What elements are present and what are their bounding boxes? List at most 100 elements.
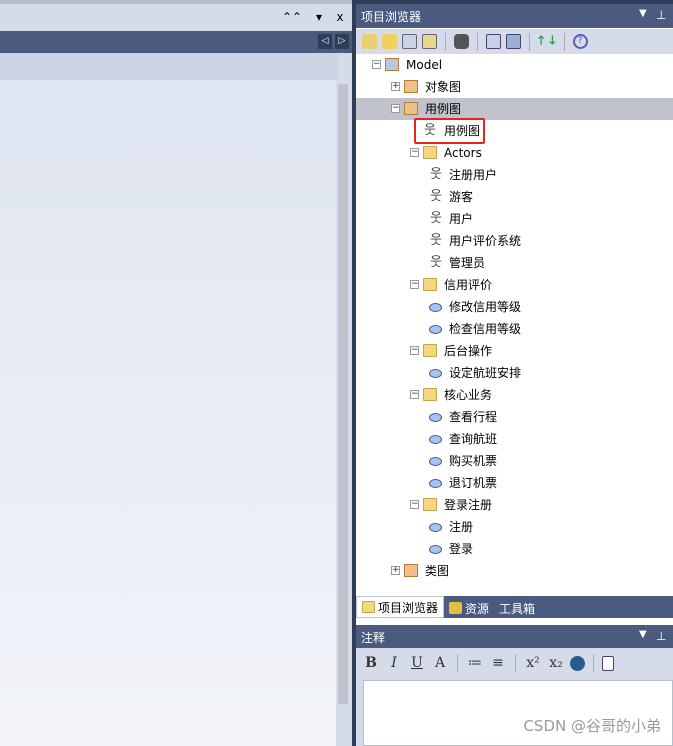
tree-item-label: Model bbox=[406, 58, 443, 72]
tree-item[interactable]: 웃 游客 bbox=[356, 186, 673, 208]
tree-item[interactable]: + 对象图 bbox=[356, 76, 673, 98]
maximize-button[interactable]: ⌃⌃ bbox=[282, 10, 302, 24]
collapse-icon[interactable]: − bbox=[391, 104, 400, 113]
tree-item-label: 注册用户 bbox=[449, 168, 498, 182]
superscript-button[interactable]: x² bbox=[524, 655, 542, 671]
numbered-list-button[interactable]: ≡ bbox=[489, 655, 507, 671]
collapse-icon[interactable]: − bbox=[410, 346, 419, 355]
new-package-icon[interactable] bbox=[382, 34, 397, 49]
new-element-icon[interactable] bbox=[422, 34, 437, 49]
bullet-list-button[interactable]: ≔ bbox=[466, 655, 484, 671]
dropdown-button[interactable]: ▾ bbox=[311, 10, 327, 24]
divider bbox=[593, 654, 594, 672]
divider bbox=[477, 32, 478, 51]
dropdown-icon[interactable]: ▼ bbox=[639, 629, 647, 640]
folder-icon bbox=[423, 344, 437, 357]
copy-pages-icon[interactable] bbox=[506, 34, 521, 49]
browser-toolbar: 🡑 🡓 ? bbox=[356, 29, 673, 54]
folder-icon bbox=[423, 498, 437, 511]
italic-button[interactable]: I bbox=[385, 655, 403, 671]
diagram-canvas[interactable] bbox=[0, 80, 336, 746]
tree-item[interactable]: 注册 bbox=[356, 516, 673, 538]
scroll-left-button[interactable]: ◁ bbox=[318, 34, 332, 49]
tree-item-label: Actors bbox=[444, 146, 482, 160]
tree-item-label: 核心业务 bbox=[444, 388, 493, 402]
help-icon[interactable]: ? bbox=[572, 34, 588, 49]
folder-icon bbox=[423, 146, 437, 159]
tree-item[interactable]: 웃 用例图 bbox=[356, 120, 673, 142]
move-down-arrow-icon[interactable]: 🡓 bbox=[549, 31, 555, 52]
tree-item[interactable]: 修改信用等级 bbox=[356, 296, 673, 318]
tree-item[interactable]: 设定航班安排 bbox=[356, 362, 673, 384]
find-binoculars-icon[interactable] bbox=[454, 34, 469, 49]
scroll-right-button[interactable]: ▷ bbox=[335, 34, 349, 49]
tree-item-label: 后台操作 bbox=[444, 344, 493, 358]
dropdown-icon[interactable]: ▼ bbox=[639, 8, 647, 19]
notes-editor[interactable] bbox=[363, 680, 673, 746]
tree-item[interactable]: + 类图 bbox=[356, 560, 673, 582]
expand-icon[interactable]: + bbox=[391, 566, 400, 575]
tab-toolbox[interactable]: 工具箱 bbox=[494, 598, 540, 618]
tree-item-label: 用户评价系统 bbox=[449, 234, 522, 248]
new-model-icon[interactable] bbox=[362, 34, 377, 49]
expand-icon[interactable]: + bbox=[391, 82, 400, 91]
underline-button[interactable]: U bbox=[408, 655, 426, 671]
actor-icon: 웃 bbox=[430, 167, 442, 182]
package-icon bbox=[404, 80, 418, 93]
vertical-scrollbar[interactable] bbox=[338, 84, 348, 704]
actor-icon: 웃 bbox=[430, 211, 442, 226]
close-button[interactable]: x bbox=[332, 10, 348, 24]
browser-tabs: 项目浏览器 资源 工具箱 bbox=[356, 596, 673, 618]
tree-item[interactable]: − 登录注册 bbox=[356, 494, 673, 516]
collapse-icon[interactable]: − bbox=[410, 500, 419, 509]
tree-item[interactable]: 查询航班 bbox=[356, 428, 673, 450]
collapse-icon[interactable]: − bbox=[410, 280, 419, 289]
edit-document-icon[interactable] bbox=[486, 34, 501, 49]
collapse-icon[interactable]: − bbox=[410, 148, 419, 157]
project-browser-icon bbox=[362, 601, 375, 613]
tree-item[interactable]: − 后台操作 bbox=[356, 340, 673, 362]
highlight-box bbox=[414, 118, 485, 144]
tab-resources[interactable]: 资源 bbox=[444, 598, 494, 618]
new-diagram-icon[interactable] bbox=[402, 34, 417, 49]
move-up-arrow-icon[interactable]: 🡑 bbox=[538, 31, 544, 52]
tree-item[interactable]: − 用例图 bbox=[356, 98, 673, 120]
actor-icon: 웃 bbox=[430, 233, 442, 248]
usecase-icon bbox=[429, 435, 442, 444]
collapse-icon[interactable]: − bbox=[410, 390, 419, 399]
tree-item[interactable]: 检查信用等级 bbox=[356, 318, 673, 340]
pin-icon[interactable]: ⊥ bbox=[656, 8, 666, 22]
notes-header: 注释 ▼ ⊥ bbox=[356, 625, 673, 648]
tree-item[interactable]: 购买机票 bbox=[356, 450, 673, 472]
font-color-button[interactable]: A bbox=[431, 655, 449, 671]
hyperlink-globe-icon[interactable] bbox=[570, 655, 585, 671]
tree-item[interactable]: 退订机票 bbox=[356, 472, 673, 494]
tree-item[interactable]: 웃 用户评价系统 bbox=[356, 230, 673, 252]
usecase-icon bbox=[429, 479, 442, 488]
pin-icon[interactable]: ⊥ bbox=[656, 629, 666, 643]
tree-item[interactable]: − Actors bbox=[356, 142, 673, 164]
tree-item[interactable]: 웃 用户 bbox=[356, 208, 673, 230]
tree-item-label: 查询航班 bbox=[449, 432, 498, 446]
tab-project-browser[interactable]: 项目浏览器 bbox=[356, 596, 445, 618]
divider bbox=[529, 32, 530, 51]
tree-item[interactable]: − 信用评价 bbox=[356, 274, 673, 296]
tree-item[interactable]: − 核心业务 bbox=[356, 384, 673, 406]
tree-item-label: 游客 bbox=[449, 190, 474, 204]
tree-item[interactable]: 웃 管理员 bbox=[356, 252, 673, 274]
tab-strip: ◁ ▷ bbox=[0, 31, 352, 53]
tree-item[interactable]: 웃 注册用户 bbox=[356, 164, 673, 186]
tree-item[interactable]: − Model bbox=[356, 54, 673, 76]
usecase-icon bbox=[429, 523, 442, 532]
bold-button[interactable]: B bbox=[362, 655, 380, 671]
diagram-panel: ⌃⌃ ▾ x ◁ ▷ bbox=[0, 0, 352, 746]
tree-item[interactable]: 登录 bbox=[356, 538, 673, 560]
watermark: CSDN @谷哥的小弟 bbox=[523, 717, 661, 735]
panel-subbar bbox=[0, 53, 338, 80]
project-browser-panel: 项目浏览器 ▼ ⊥ 🡑 🡓 ? − Model + 对象图 − 用例图 웃 用例图 − Actor… bbox=[356, 4, 673, 746]
subscript-button[interactable]: x₂ bbox=[547, 655, 565, 671]
collapse-icon[interactable]: − bbox=[372, 60, 381, 69]
tree-item-label: 用例图 bbox=[425, 102, 462, 116]
tree-item[interactable]: 查看行程 bbox=[356, 406, 673, 428]
document-icon[interactable] bbox=[602, 655, 614, 671]
